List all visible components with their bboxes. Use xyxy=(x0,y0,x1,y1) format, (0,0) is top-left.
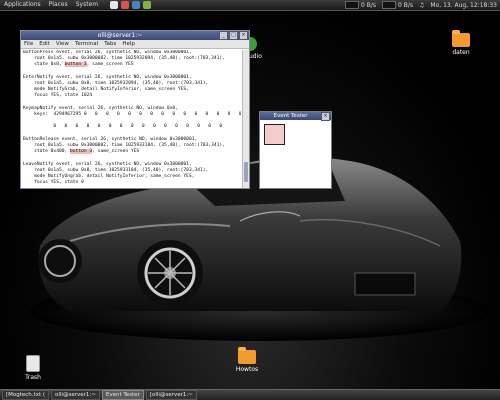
net-down-graph-icon xyxy=(345,1,360,9)
terminal-line: focus YES, state 0 xyxy=(23,180,84,186)
event-test-square[interactable] xyxy=(264,124,285,145)
terminal-title: olli@server1:~ xyxy=(97,32,143,39)
maximize-button[interactable]: □ xyxy=(229,31,238,40)
top-panel: Applications Places System 0 B/s 0 B/s ♫… xyxy=(0,0,500,11)
speaker-icon[interactable]: ♫ xyxy=(419,2,424,9)
browser-launcher-icon[interactable] xyxy=(121,1,130,9)
menu-tabs[interactable]: Tabs xyxy=(101,41,119,47)
task-mogtech[interactable]: [Mogtech.txt ( xyxy=(2,390,50,400)
menu-help[interactable]: Help xyxy=(119,41,138,47)
terminal-line: keys: 4294967295 0 0 0 0 0 0 0 0 0 0 0 0… xyxy=(23,112,241,118)
desktop-icon-label: Howtos xyxy=(235,366,259,373)
close-button[interactable]: × xyxy=(321,111,330,121)
desktop-icon-label: daten xyxy=(452,49,470,56)
task-event-tester[interactable]: Event Tester xyxy=(101,390,144,400)
editor-launcher-icon[interactable] xyxy=(143,1,152,9)
net-up-graph-icon xyxy=(382,1,397,9)
trash-icon xyxy=(26,355,40,372)
terminal-text: , same_screen YES xyxy=(86,62,134,68)
menu-terminal[interactable]: Terminal xyxy=(72,41,101,47)
panel-status-area: 0 B/s 0 B/s ♫ Mo, 13. Aug, 12:18:33 xyxy=(345,1,500,9)
close-button[interactable]: × xyxy=(239,31,248,40)
desktop-icon-howtos[interactable]: Howtos xyxy=(227,347,267,373)
panel-clock[interactable]: Mo, 13. Aug, 12:18:33 xyxy=(430,2,497,9)
bottom-taskbar: [Mogtech.txt ( olli@server1:~ Event Test… xyxy=(0,389,500,400)
event-tester-title: Event Tester xyxy=(273,113,308,119)
menu-edit[interactable]: Edit xyxy=(36,41,53,47)
terminal-text: , same_screen YES xyxy=(92,149,140,155)
desktop-icon-trash[interactable]: Trash xyxy=(13,355,53,381)
net-down-value: 0 B/s xyxy=(361,1,377,9)
mail-launcher-icon[interactable] xyxy=(132,1,141,9)
terminal-titlebar[interactable]: olli@server1:~ _ □ × xyxy=(21,31,249,40)
terminal-line: 0 0 0 0 0 0 0 0 0 0 0 0 0 0 0 0 xyxy=(23,124,223,130)
net-down-meter: 0 B/s xyxy=(345,1,376,9)
terminal-text: state 0x0, xyxy=(23,62,65,68)
event-tester-titlebar[interactable]: Event Tester × xyxy=(260,111,331,121)
folder-icon xyxy=(452,30,470,47)
desktop-icon-label: Trash xyxy=(25,374,41,381)
terminal-launcher-icon[interactable] xyxy=(110,1,119,9)
terminal-window[interactable]: olli@server1:~ _ □ × File Edit View Term… xyxy=(20,30,250,189)
menu-system[interactable]: System xyxy=(72,0,102,10)
menu-file[interactable]: File xyxy=(21,41,36,47)
scrollbar-thumb[interactable] xyxy=(244,162,248,182)
menu-applications[interactable]: Applications xyxy=(0,0,45,10)
terminal-menubar: File Edit View Terminal Tabs Help xyxy=(21,40,249,49)
launcher-icons xyxy=(110,1,152,9)
desktop-icon-daten[interactable]: daten xyxy=(441,30,481,56)
terminal-output[interactable]: ButtonPress event, serial 26, synthetic … xyxy=(23,50,241,187)
menu-view[interactable]: View xyxy=(53,41,72,47)
minimize-button[interactable]: _ xyxy=(219,31,228,40)
highlighted-text: button 3 xyxy=(70,149,93,155)
net-up-value: 0 B/s xyxy=(398,1,414,9)
menu-places[interactable]: Places xyxy=(45,0,72,10)
task-terminal[interactable]: olli@server1:~ xyxy=(51,390,100,400)
folder-icon xyxy=(238,347,256,364)
terminal-text: state 0x400, xyxy=(23,149,71,155)
task-terminal-2[interactable]: [olli@server1:~ xyxy=(145,390,197,400)
terminal-scrollbar[interactable] xyxy=(242,50,249,188)
net-up-meter: 0 B/s xyxy=(382,1,413,9)
highlighted-text: button 3 xyxy=(64,62,87,68)
audio-icon-label: udio xyxy=(249,53,262,60)
event-tester-window[interactable]: Event Tester × xyxy=(259,111,332,189)
